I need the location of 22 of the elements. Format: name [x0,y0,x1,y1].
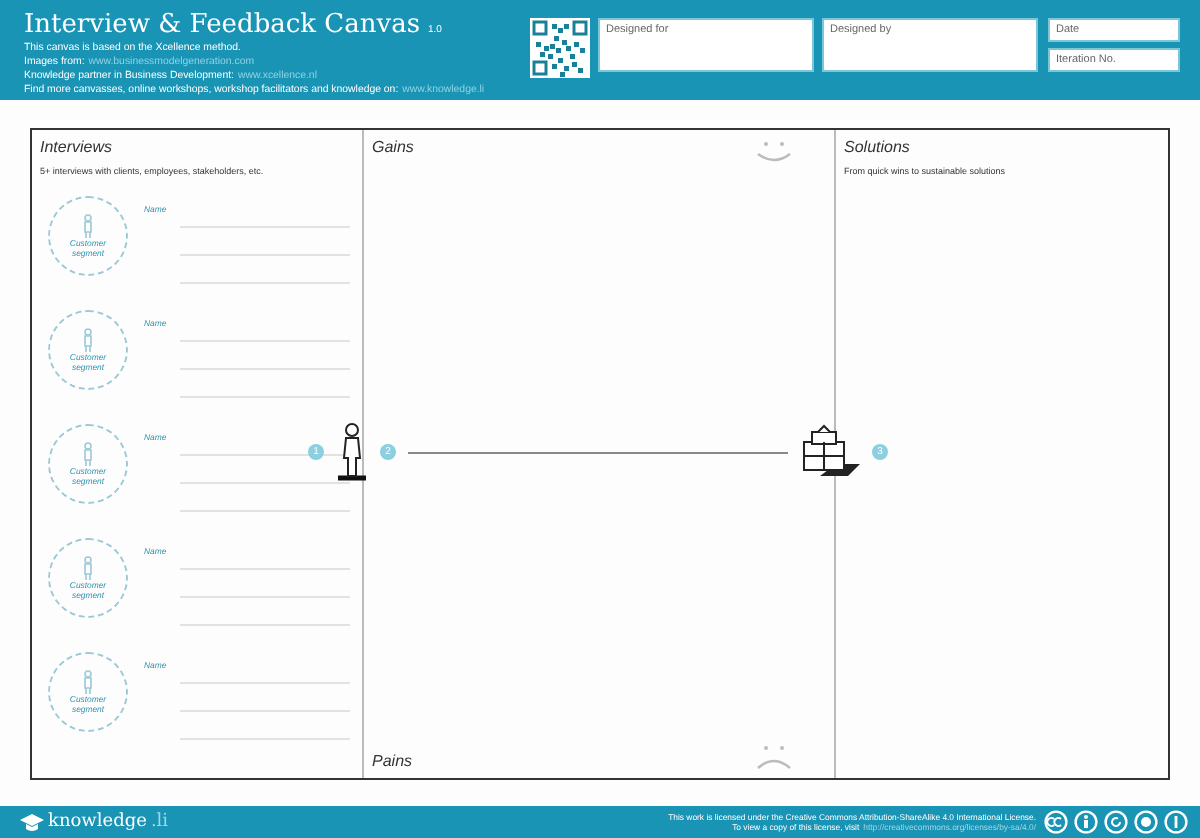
section-title: Gains [372,138,414,156]
remix-icon [1134,810,1158,834]
person-standing-drawing [336,422,368,482]
qr-code-icon [530,18,590,78]
sharealike-icon [1104,810,1128,834]
info-icon [1164,810,1188,834]
frowny-icon [754,742,794,770]
canvas-title: Interview & Feedback Canvas [24,10,421,42]
logo-text: knowledge .li [20,812,669,832]
section-title: Interviews [40,138,115,156]
person-icon [82,214,94,238]
product-machine-drawing [800,424,860,480]
person-icon [82,328,94,352]
cc-icon [1044,810,1068,834]
graduation-cap-icon [20,813,44,831]
person-icon [82,556,94,580]
section-title: Solutions [844,138,912,156]
person-icon [82,670,94,694]
person-icon [82,442,94,466]
section-title: Pains [372,752,413,770]
smiley-icon [754,138,794,166]
attribution-icon [1074,810,1098,834]
